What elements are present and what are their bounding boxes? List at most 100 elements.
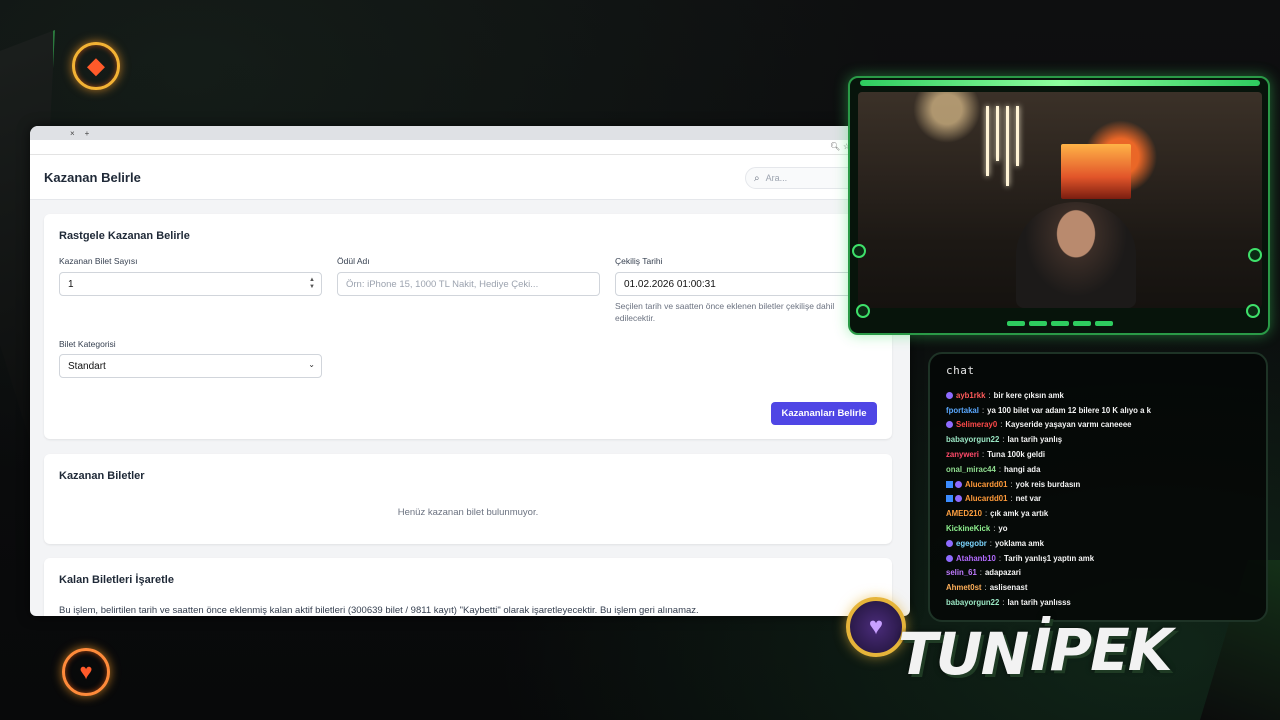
- chat-message: KickineKick: yo: [946, 521, 1266, 536]
- draw-date-help-line2: edilecektir.: [615, 313, 656, 323]
- chat-separator: :: [981, 450, 985, 460]
- chat-username[interactable]: zanyweri: [946, 450, 979, 459]
- chat-message: AMED210: çık amk ya artık: [946, 506, 1266, 521]
- webcam-top-bar: [860, 80, 1260, 86]
- chat-separator: :: [1000, 420, 1003, 430]
- mark-remaining-card: Kalan Biletleri İşaretle Bu işlem, belir…: [44, 558, 892, 616]
- prize-label: Ödül Adı: [337, 256, 370, 266]
- chat-separator: :: [981, 405, 985, 415]
- chat-text: lan tarih yanlış: [1007, 435, 1063, 445]
- category-label: Bilet Kategorisi: [59, 339, 116, 349]
- chat-text: bir kere çıksın amk: [993, 390, 1064, 400]
- webcam-bottom-bar: [860, 318, 1260, 330]
- streamer: [1016, 202, 1136, 308]
- chat-message: Ahmet0st: aslisenast: [946, 580, 1266, 595]
- chevron-down-icon: ⌄: [308, 360, 315, 369]
- chat-username[interactable]: babayorgun22: [946, 598, 999, 607]
- chat-text: yo: [998, 524, 1008, 534]
- chat-separator: :: [984, 509, 988, 519]
- chat-text: adapazari: [984, 568, 1021, 578]
- draw-date-input[interactable]: 01.02.2026 01:00:31: [615, 272, 878, 296]
- browser-window: × + 🔍︎ ☆ Kazanan Belirle ⌕ Ara... Rastge…: [30, 126, 910, 616]
- chat-text: Kayseride yaşayan varmı caneeee: [1005, 420, 1132, 430]
- frame-node-icon: [1246, 304, 1260, 318]
- heart-coin-icon: ♥: [62, 648, 110, 696]
- chat-text: ya 100 bilet var adam 12 bilere 10 K alı…: [987, 405, 1151, 415]
- chat-separator: :: [984, 583, 987, 593]
- mark-remaining-description: Bu işlem, belirtilen tarih ve saatten ön…: [59, 605, 699, 616]
- draw-date-value: 01.02.2026 01:00:31: [624, 278, 716, 290]
- chat-text: yoklama amk: [994, 538, 1044, 548]
- draw-date-label: Çekiliş Tarihi: [615, 256, 663, 266]
- prize-input[interactable]: Örn: iPhone 15, 1000 TL Nakit, Hediye Çe…: [337, 272, 600, 296]
- ticket-count-stepper[interactable]: 1 ▲ ▼: [59, 272, 322, 296]
- frame-node-icon: [856, 304, 870, 318]
- chat-message: babayorgun22: lan tarih yanlış: [946, 432, 1266, 447]
- new-tab-icon[interactable]: +: [85, 129, 90, 138]
- chat-username[interactable]: fportakal: [946, 406, 979, 415]
- chat-title: chat: [946, 364, 975, 377]
- chat-username[interactable]: Ahmet0st: [946, 583, 982, 592]
- logo-word-1: TUN: [898, 620, 1029, 688]
- frame-node-icon: [1248, 248, 1262, 262]
- chat-text: hangi ada: [1004, 464, 1041, 474]
- chat-username[interactable]: onal_mirac44: [946, 465, 996, 474]
- fireplace: [1061, 144, 1131, 199]
- chat-separator: :: [979, 568, 982, 578]
- chat-separator: :: [998, 553, 1002, 563]
- chat-message: Selimeray0: Kayseride yaşayan varmı canee…: [946, 418, 1266, 433]
- page-title: Kazanan Belirle: [44, 169, 141, 185]
- chat-separator: :: [1002, 598, 1005, 608]
- determine-winners-button[interactable]: Kazananları Belirle: [771, 402, 877, 425]
- light-strip: [1006, 106, 1009, 186]
- chat-message: babayorgun22: lan tarih yanlısss: [946, 595, 1266, 610]
- search-icon: ⌕: [754, 172, 760, 184]
- app-header: Kazanan Belirle ⌕ Ara...: [30, 155, 910, 200]
- chat-message: egegobr: yoklama amk: [946, 536, 1266, 551]
- chat-username[interactable]: Alucardd01: [965, 480, 1007, 489]
- light-strip: [996, 106, 999, 161]
- mark-remaining-title: Kalan Biletleri İşaretle: [59, 574, 174, 586]
- chat-username[interactable]: Selimeray0: [956, 420, 997, 429]
- chat-separator: :: [998, 464, 1002, 474]
- ticket-count-value: 1: [68, 278, 74, 290]
- chat-username[interactable]: selin_61: [946, 568, 977, 577]
- chat-message-list: ayb1rkk: bir kere çıksın amk fportakal: ya …: [946, 388, 1266, 610]
- chat-username[interactable]: AMED210: [946, 509, 982, 518]
- zoom-icon[interactable]: 🔍︎: [830, 142, 840, 151]
- subscriber-badge-icon: [946, 554, 953, 562]
- random-winner-card: Rastgele Kazanan Belirle Kazanan Bilet S…: [44, 214, 892, 439]
- chat-text: Tarih yanlış1 yaptın amk: [1004, 553, 1095, 563]
- chat-text: aslisenast: [989, 583, 1028, 593]
- logo-word-2: İPEK: [1030, 616, 1173, 684]
- stepper-arrows-icon[interactable]: ▲ ▼: [309, 277, 315, 291]
- frame-node-icon: [852, 244, 866, 258]
- winning-tickets-title: Kazanan Biletler: [59, 470, 145, 482]
- chat-username[interactable]: Alucardd01: [965, 494, 1007, 503]
- tab-close-icon[interactable]: ×: [70, 129, 75, 138]
- chat-text: yok reis burdasın: [1015, 479, 1081, 489]
- platform-badge-icon: [946, 495, 953, 503]
- chat-username[interactable]: KickineKick: [946, 524, 990, 533]
- prize-placeholder: Örn: iPhone 15, 1000 TL Nakit, Hediye Çe…: [346, 278, 539, 290]
- chat-username[interactable]: ayb1rkk: [956, 391, 985, 400]
- chat-message: Alucardd01: net var: [946, 492, 1266, 507]
- empty-state-text: Henüz kazanan bilet bulunmuyor.: [397, 507, 539, 518]
- chat-message: selin_61: adapazari: [946, 566, 1266, 581]
- chat-separator: :: [988, 390, 991, 400]
- category-select[interactable]: Standart ⌄: [59, 354, 322, 378]
- chat-text: çık amk ya artık: [990, 509, 1049, 519]
- winning-tickets-card: Kazanan Biletler Henüz kazanan bilet bul…: [44, 454, 892, 544]
- chat-username[interactable]: egegobr: [956, 539, 987, 548]
- chat-separator: :: [1010, 494, 1013, 504]
- address-bar[interactable]: 🔍︎ ☆: [30, 140, 910, 155]
- chat-message: Alucardd01: yok reis burdasın: [946, 477, 1266, 492]
- chat-panel: chat ayb1rkk: bir kere çıksın amk fportaka…: [928, 352, 1268, 622]
- tab-bar: × +: [30, 126, 910, 140]
- chat-message: zanyweri: Tuna 100k geldi: [946, 447, 1266, 462]
- subscriber-badge-icon: [946, 539, 953, 547]
- chat-username[interactable]: Atahanb10: [956, 554, 996, 563]
- light-strip: [986, 106, 989, 176]
- chat-text: Tuna 100k geldi: [987, 450, 1046, 460]
- chat-username[interactable]: babayorgun22: [946, 435, 999, 444]
